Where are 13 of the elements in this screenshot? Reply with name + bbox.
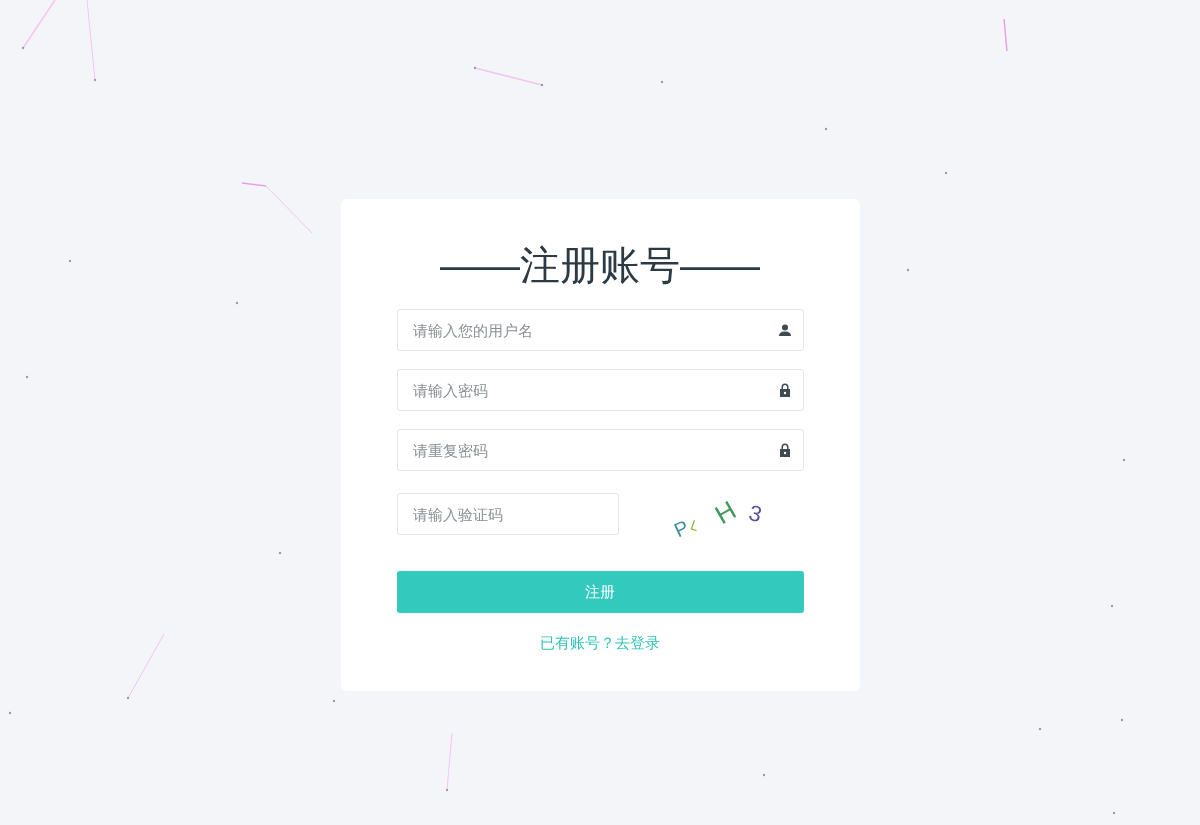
input-field[interactable]: 请输入密码 xyxy=(396,369,804,411)
page-title: ——注册账号—— xyxy=(440,242,760,289)
captcha-character: 3 xyxy=(746,501,765,527)
login-link[interactable]: 已有账号？去登录 xyxy=(540,632,660,655)
register-button[interactable]: 注册 xyxy=(396,571,804,613)
input-field[interactable]: 请重复密码 xyxy=(396,429,804,471)
lock-icon xyxy=(778,443,791,457)
input-field[interactable]: 请输入您的用户名 xyxy=(396,309,804,351)
captcha-image[interactable]: P L H 3 xyxy=(663,489,794,539)
lock-icon xyxy=(778,383,791,397)
captcha-field[interactable]: 请输入验证码 xyxy=(396,493,619,535)
captcha-character: H xyxy=(710,496,740,529)
user-icon xyxy=(778,324,791,336)
